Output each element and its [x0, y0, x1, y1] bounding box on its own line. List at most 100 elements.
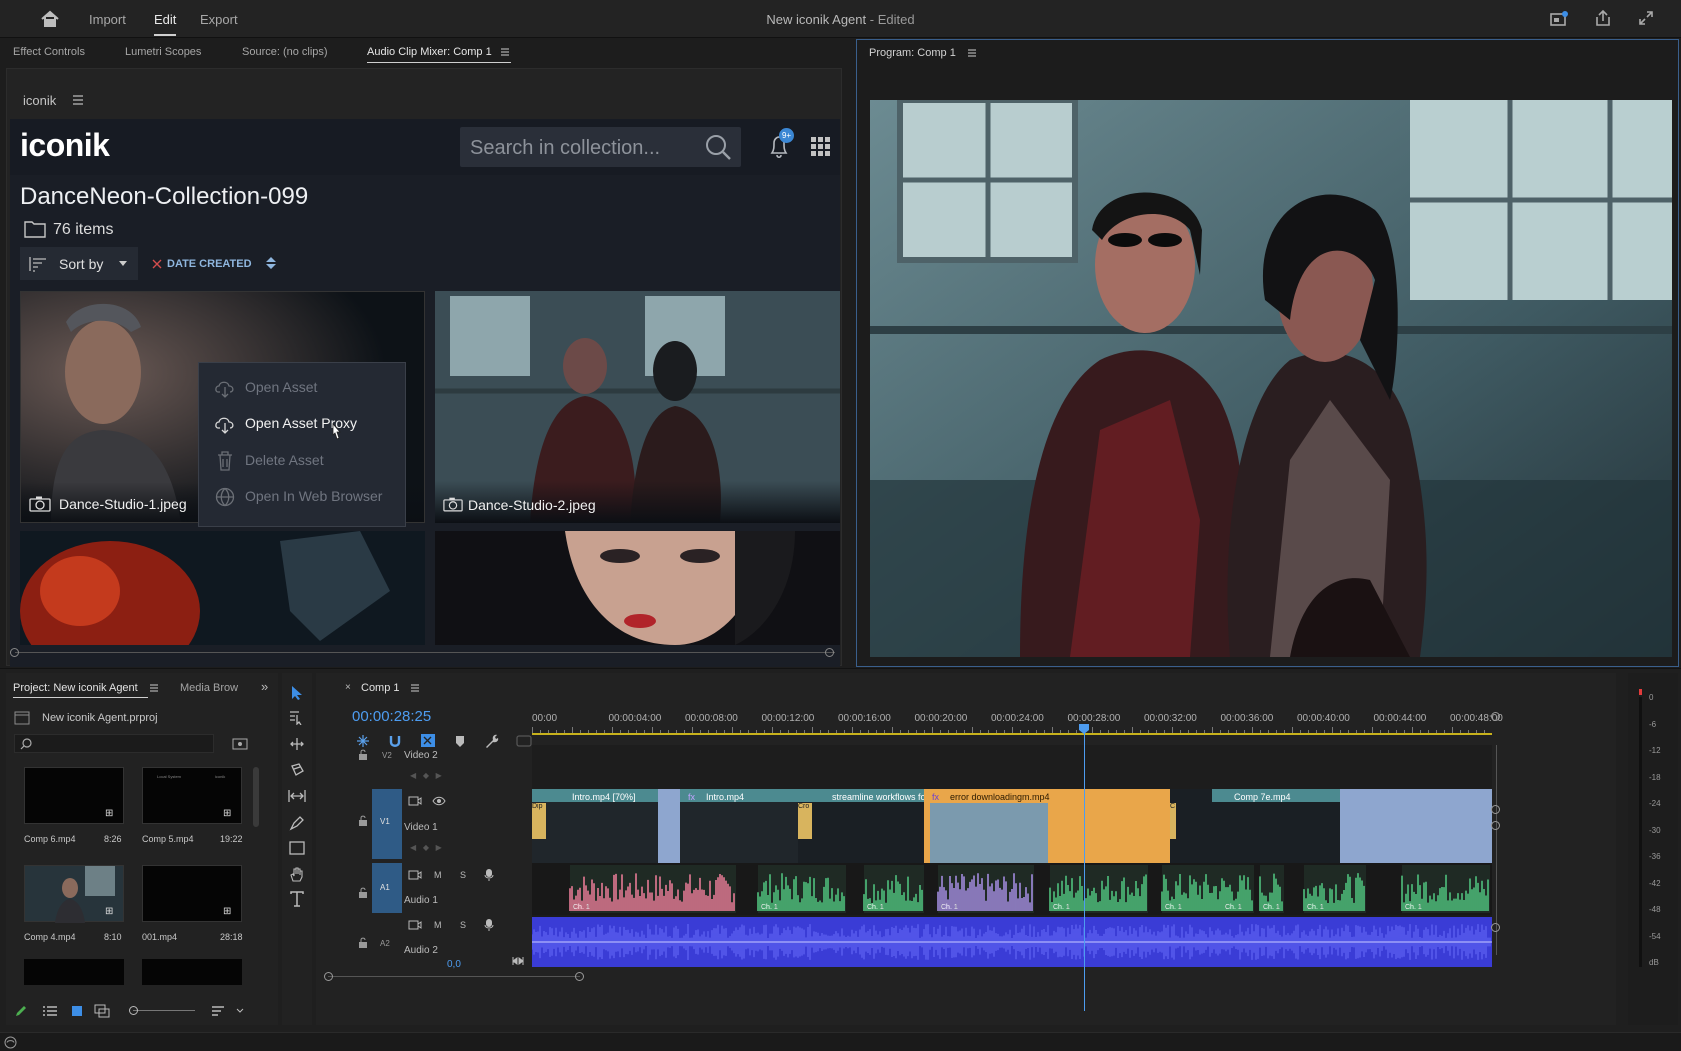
tab-menu-icon[interactable]: [500, 47, 510, 57]
timeline-clip[interactable]: [1340, 789, 1492, 863]
project-item-thumbnail[interactable]: ⊞: [24, 865, 124, 923]
selection-tool-icon[interactable]: [290, 685, 304, 701]
menu-item-open-asset-proxy[interactable]: Open Asset Proxy: [199, 409, 407, 439]
playhead-handle[interactable]: [1078, 723, 1090, 735]
microphone-icon[interactable]: [484, 868, 494, 882]
tab-project[interactable]: Project: New iconik Agent: [13, 682, 138, 694]
scroll-handle[interactable]: [1491, 712, 1500, 721]
timeline-clip[interactable]: [658, 789, 680, 863]
keyframe-nav[interactable]: ◀ ◆ ▶: [410, 771, 442, 780]
pencil-icon[interactable]: [14, 1004, 28, 1018]
new-bin-icon[interactable]: [232, 737, 248, 750]
audio2-clip[interactable]: [531, 917, 1492, 967]
time-ruler[interactable]: 00:00 00:00:04:00 00:00:08:00 00:00:12:00 00…: [532, 713, 1503, 743]
playhead-timecode[interactable]: 00:00:28:25: [352, 708, 431, 725]
audio-clip[interactable]: [570, 865, 736, 913]
slip-tool-icon[interactable]: [288, 789, 306, 803]
program-video-frame[interactable]: [870, 100, 1672, 657]
list-view-icon[interactable]: [42, 1005, 58, 1017]
hand-tool-icon[interactable]: [289, 866, 305, 882]
share-icon[interactable]: [1594, 9, 1612, 27]
timeline-clip[interactable]: Comp 7e.mp4 C: [1170, 789, 1340, 863]
tab-source[interactable]: Source: (no clips): [242, 46, 328, 58]
chevron-down-icon[interactable]: [236, 1008, 244, 1014]
vertical-scrollbar[interactable]: [253, 767, 259, 827]
lock-icon[interactable]: [358, 937, 368, 949]
mute-button[interactable]: M: [434, 870, 442, 880]
eye-icon[interactable]: [432, 796, 446, 806]
ripple-edit-tool-icon[interactable]: [289, 737, 305, 751]
sort-direction-icon[interactable]: [264, 256, 278, 270]
menu-item-open-asset[interactable]: Open Asset: [199, 373, 407, 403]
project-search-input[interactable]: [14, 734, 214, 753]
timeline-clip[interactable]: streamline workflows for Cro: [798, 789, 924, 863]
menu-item-delete-asset[interactable]: Delete Asset: [199, 446, 407, 476]
lock-icon[interactable]: [358, 749, 368, 761]
razor-tool-icon[interactable]: [289, 763, 305, 777]
zoom-slider[interactable]: [133, 1010, 195, 1011]
panel-menu-icon[interactable]: [72, 95, 84, 105]
track-select-tool-icon[interactable]: [289, 711, 305, 725]
type-tool-icon[interactable]: [289, 891, 305, 907]
filter-date-created[interactable]: DATE CREATED: [167, 258, 252, 270]
toggle-sync-lock-icon[interactable]: [408, 795, 422, 807]
mute-button[interactable]: M: [434, 920, 442, 930]
search-box[interactable]: Search in collection...: [460, 127, 741, 167]
project-item-thumbnail[interactable]: Local System iconik ⊞: [142, 767, 242, 824]
project-item-thumbnail[interactable]: ⊞: [142, 865, 242, 922]
nav-edit[interactable]: Edit: [154, 12, 177, 36]
scroll-handle[interactable]: [1491, 923, 1500, 932]
timeline-clip[interactable]: Intro.mp4 [70%] Dip: [532, 789, 658, 863]
horizontal-scrollbar[interactable]: [15, 652, 835, 653]
project-item-thumbnail[interactable]: [24, 959, 124, 985]
track-id-a2[interactable]: A2: [380, 939, 390, 948]
toggle-sync-lock-icon[interactable]: [408, 919, 422, 931]
home-icon[interactable]: [40, 10, 60, 28]
search-icon[interactable]: [704, 133, 732, 161]
track-target-a1[interactable]: A1: [372, 863, 402, 913]
zoom-slider-handle[interactable]: [129, 1006, 138, 1015]
track-target-v1[interactable]: V1: [372, 789, 402, 859]
sort-icons-icon[interactable]: [211, 1005, 225, 1017]
solo-button[interactable]: S: [460, 920, 466, 930]
timeline-tab[interactable]: Comp 1: [361, 682, 400, 694]
pen-tool-icon[interactable]: [289, 815, 305, 831]
scroll-handle-right[interactable]: [575, 972, 584, 981]
transition-stub[interactable]: Dip: [532, 803, 546, 839]
lock-icon[interactable]: [358, 887, 368, 899]
transition-stub[interactable]: C: [1170, 803, 1176, 839]
timeline-clip[interactable]: fx error downloadingm.mp4: [924, 789, 1170, 863]
nav-export[interactable]: Export: [200, 12, 238, 27]
nav-import[interactable]: Import: [89, 12, 126, 27]
track-area[interactable]: Intro.mp4 [70%] Dip fx Intro.mp4 streaml…: [531, 731, 1492, 1011]
keyframe-nav[interactable]: ◀ ◆ ▶: [410, 843, 442, 852]
tab-audio-clip-mixer[interactable]: Audio Clip Mixer: Comp 1: [367, 46, 492, 58]
transition-stub[interactable]: Cro: [798, 803, 812, 839]
apps-grid-icon[interactable]: [811, 137, 831, 157]
zoom-value[interactable]: 0,0: [447, 959, 461, 970]
quick-export-icon[interactable]: [1550, 11, 1568, 27]
microphone-icon[interactable]: [484, 918, 494, 932]
work-area-bar[interactable]: [532, 733, 1492, 735]
freeform-view-icon[interactable]: [94, 1004, 112, 1018]
scroll-handle-left[interactable]: [324, 972, 333, 981]
menu-item-open-web-browser[interactable]: Open In Web Browser: [199, 482, 407, 512]
tab-menu-icon[interactable]: [410, 683, 420, 693]
asset-card[interactable]: Dance-Studio-2.jpeg: [435, 291, 840, 523]
more-panels-icon[interactable]: »: [261, 679, 268, 694]
rectangle-tool-icon[interactable]: [289, 841, 305, 855]
track-id-v2[interactable]: V2: [382, 751, 392, 760]
program-tab[interactable]: Program: Comp 1: [869, 47, 956, 59]
asset-card[interactable]: [20, 531, 425, 645]
playhead-line[interactable]: [1084, 731, 1085, 1011]
tab-lumetri-scopes[interactable]: Lumetri Scopes: [125, 46, 201, 58]
close-tab-icon[interactable]: ×: [345, 682, 351, 693]
toggle-sync-lock-icon[interactable]: [408, 869, 422, 881]
scroll-handle[interactable]: [1491, 821, 1500, 830]
icon-view-icon[interactable]: [70, 1004, 84, 1018]
timeline-zoom-scrollbar[interactable]: [328, 976, 580, 977]
timeline-clip[interactable]: fx Intro.mp4: [680, 789, 798, 863]
solo-button[interactable]: S: [460, 870, 466, 880]
zoom-fit-icon[interactable]: [512, 956, 524, 966]
track-v2[interactable]: [532, 745, 1492, 789]
